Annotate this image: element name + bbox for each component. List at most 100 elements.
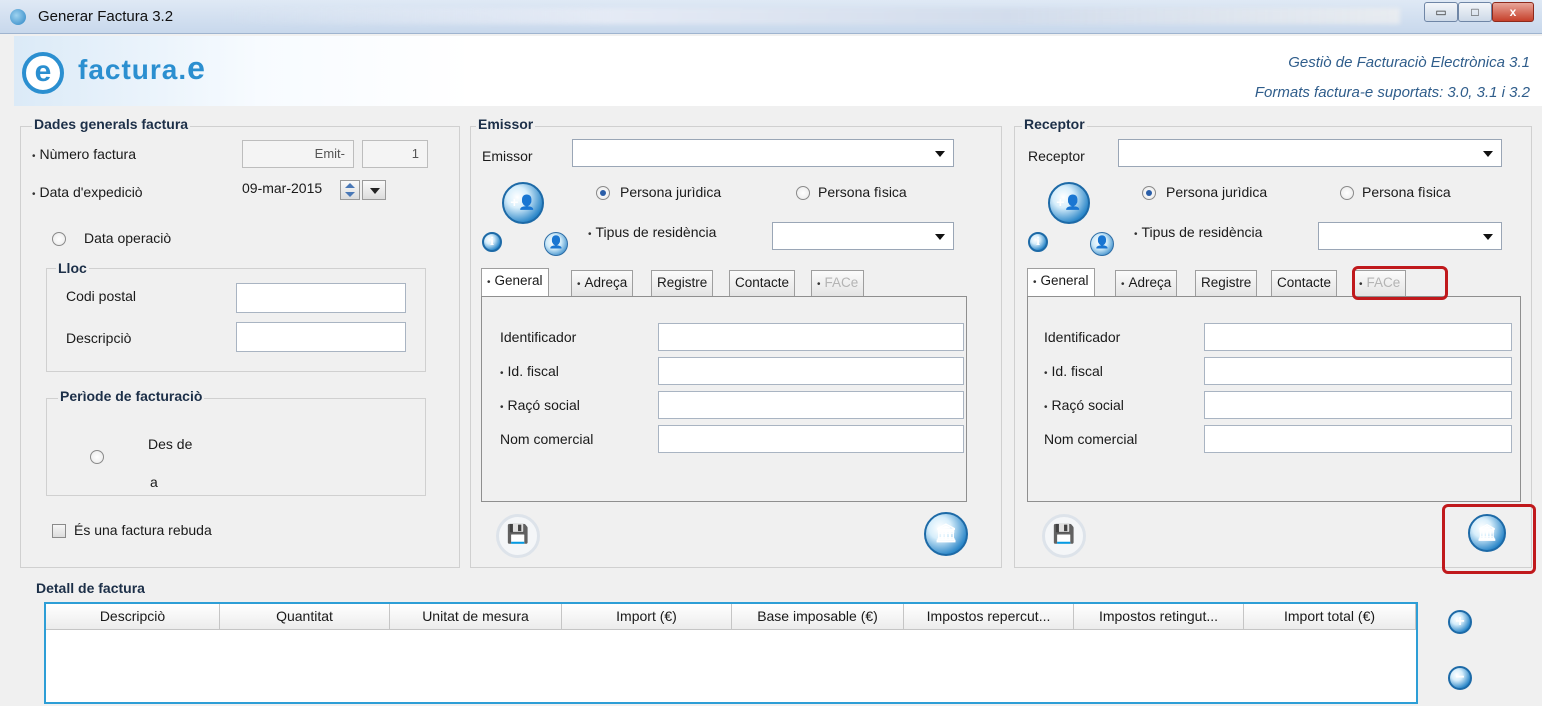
required-marker: • xyxy=(500,402,504,413)
emissor-rao-social-label-text: Raçó social xyxy=(507,397,580,413)
close-button[interactable]: x xyxy=(1492,2,1534,22)
tab-label: General xyxy=(1040,273,1089,288)
emissor-tab-face[interactable]: • FACe xyxy=(811,270,865,296)
receptor-tabs: • General • Adreça Registre Contacte • FACe… xyxy=(1027,268,1521,502)
receptor-tab-adreca[interactable]: • Adreça xyxy=(1115,270,1178,296)
emissor-persona-juridica-radio[interactable] xyxy=(596,186,610,200)
required-marker: • xyxy=(1044,402,1048,413)
emissor-tab-registre[interactable]: Registre xyxy=(651,270,714,296)
column-header[interactable]: Import (€) xyxy=(562,604,732,630)
receptor-persona-fisica-radio[interactable] xyxy=(1340,186,1354,200)
column-header[interactable]: Unitat de mesura xyxy=(390,604,562,630)
data-expedicio-value[interactable]: 09-mar-2015 xyxy=(242,180,322,196)
chevron-down-icon xyxy=(1483,234,1493,240)
emissor-tab-general[interactable]: • General xyxy=(481,268,549,296)
data-operacio-radio[interactable] xyxy=(52,232,66,246)
column-header[interactable]: Import total (€) xyxy=(1244,604,1416,630)
lloc-title: Lloc xyxy=(56,260,89,276)
required-marker: • xyxy=(1134,229,1138,240)
emissor-bank-icon[interactable]: 🏛 xyxy=(924,512,968,556)
column-header[interactable]: Impostos retingut... xyxy=(1074,604,1244,630)
app-subtitle: Gestiò de Facturaciò Electrònica 3.1 xyxy=(1288,54,1530,71)
emissor-identificador-input[interactable] xyxy=(658,323,964,351)
receptor-tab-contacte[interactable]: Contacte xyxy=(1271,270,1338,296)
receptor-residencia-select[interactable] xyxy=(1318,222,1502,250)
info-person-icon[interactable]: ℹ xyxy=(1028,232,1048,252)
column-header[interactable]: Impostos repercut... xyxy=(904,604,1074,630)
add-person-glyph: +👤 xyxy=(1056,194,1082,210)
periode-radio[interactable] xyxy=(90,450,104,464)
emissor-residencia-label: • Tipus de residència xyxy=(588,224,716,240)
add-person-icon[interactable]: +👤 xyxy=(1048,182,1090,224)
minimize-button[interactable]: ▭ xyxy=(1424,2,1458,22)
descripcio-input[interactable] xyxy=(236,322,406,352)
add-person-icon[interactable]: +👤 xyxy=(502,182,544,224)
emissor-rao-social-input[interactable] xyxy=(658,391,964,419)
emissor-general-panel: Identificador • Id. fiscal • Raçó social N… xyxy=(481,296,967,502)
supported-formats-text: Formats factura-e suportats: 3.0, 3.1 i … xyxy=(1254,84,1530,101)
required-marker: • xyxy=(1044,368,1048,379)
detall-title: Detall de factura xyxy=(36,580,145,596)
person-card-icon[interactable]: 👤 xyxy=(544,232,568,256)
emissor-persona-fisica-label: Persona fìsica xyxy=(818,184,907,200)
emissor-nom-comercial-label: Nom comercial xyxy=(500,431,594,447)
emissor-tab-contacte[interactable]: Contacte xyxy=(729,270,796,296)
date-spinner[interactable] xyxy=(340,180,360,200)
codi-postal-input[interactable] xyxy=(236,283,406,313)
factura-rebuda-label: És una factura rebuda xyxy=(74,522,212,538)
emissor-nom-comercial-input[interactable] xyxy=(658,425,964,453)
receptor-tab-general[interactable]: • General xyxy=(1027,268,1095,296)
tab-label: FACe xyxy=(824,275,859,290)
receptor-persona-juridica-radio[interactable] xyxy=(1142,186,1156,200)
logo-icon: e xyxy=(22,52,64,94)
receptor-select[interactable] xyxy=(1118,139,1502,167)
chevron-down-icon xyxy=(1483,151,1493,157)
a-label: a xyxy=(150,474,158,490)
maximize-button[interactable]: □ xyxy=(1458,2,1492,22)
receptor-persona-juridica-label: Persona jurìdica xyxy=(1166,184,1268,200)
receptor-rao-social-input[interactable] xyxy=(1204,391,1512,419)
column-header[interactable]: Descripciò xyxy=(46,604,220,630)
emissor-persona-fisica-radio[interactable] xyxy=(796,186,810,200)
emissor-id-fiscal-label-text: Id. fiscal xyxy=(507,363,559,379)
column-header[interactable]: Base imposable (€) xyxy=(732,604,904,630)
periode-group xyxy=(46,398,426,496)
dades-generals-title: Dades generals factura xyxy=(32,116,191,132)
date-dropdown-button[interactable] xyxy=(362,180,386,200)
periode-title: Perìode de facturaciò xyxy=(58,388,205,404)
tab-label: Adreça xyxy=(1128,275,1172,290)
remove-row-icon[interactable]: − xyxy=(1448,666,1472,690)
receptor-id-fiscal-label-text: Id. fiscal xyxy=(1051,363,1103,379)
column-header[interactable]: Quantitat xyxy=(220,604,390,630)
receptor-identificador-label: Identificador xyxy=(1044,329,1121,345)
receptor-residencia-label: • Tipus de residència xyxy=(1134,224,1262,240)
spin-up-icon[interactable] xyxy=(345,183,355,188)
emissor-save-icon[interactable]: 💾 xyxy=(496,514,540,558)
detall-table[interactable]: Descripciò Quantitat Unitat de mesura Im… xyxy=(44,602,1418,704)
factura-rebuda-checkbox[interactable] xyxy=(52,524,66,538)
receptor-id-fiscal-input[interactable] xyxy=(1204,357,1512,385)
person-card-icon[interactable]: 👤 xyxy=(1090,232,1114,256)
required-marker: • xyxy=(1121,279,1125,290)
receptor-save-icon[interactable]: 💾 xyxy=(1042,514,1086,558)
emissor-id-fiscal-input[interactable] xyxy=(658,357,964,385)
receptor-persona-fisica-label: Persona fìsica xyxy=(1362,184,1451,200)
numero-factura-label: • Nùmero factura xyxy=(32,146,136,162)
numero-factura-label-text: Nùmero factura xyxy=(39,146,136,162)
emissor-select[interactable] xyxy=(572,139,954,167)
emissor-residencia-select[interactable] xyxy=(772,222,954,250)
emissor-residencia-label-text: Tipus de residència xyxy=(595,224,717,240)
info-person-icon[interactable]: ℹ xyxy=(482,232,502,252)
close-icon: x xyxy=(1509,5,1517,19)
required-marker: • xyxy=(500,368,504,379)
receptor-nom-comercial-input[interactable] xyxy=(1204,425,1512,453)
spin-down-icon[interactable] xyxy=(345,192,355,197)
codi-postal-label: Codi postal xyxy=(66,288,137,304)
numero-value-field[interactable]: 1 xyxy=(362,140,428,168)
receptor-tab-registre[interactable]: Registre xyxy=(1195,270,1258,296)
emissor-tab-adreca[interactable]: • Adreça xyxy=(571,270,634,296)
add-row-icon[interactable]: + xyxy=(1448,610,1472,634)
receptor-identificador-input[interactable] xyxy=(1204,323,1512,351)
numero-series-field[interactable]: Emit- xyxy=(242,140,354,168)
chevron-down-icon xyxy=(935,151,945,157)
